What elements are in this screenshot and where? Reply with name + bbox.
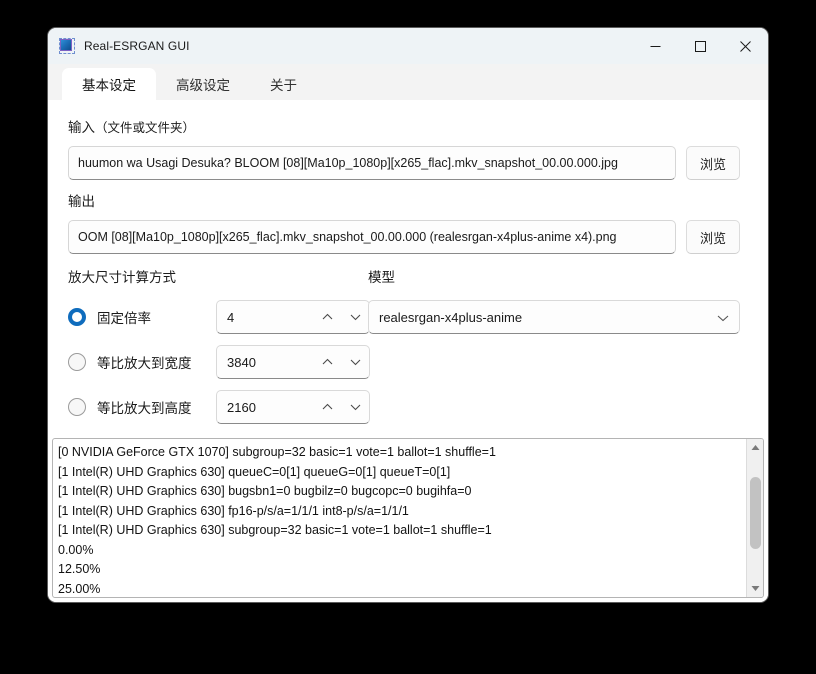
close-icon <box>740 41 751 52</box>
input-browse-button[interactable]: 浏览 <box>686 146 740 180</box>
chevron-up-icon[interactable] <box>313 391 341 423</box>
tab-advanced-settings[interactable]: 高级设定 <box>156 68 250 100</box>
fixed-scale-spinner[interactable]: 4 <box>216 300 370 334</box>
triangle-up-icon[interactable] <box>747 439 764 456</box>
scale-method-heading: 放大尺寸计算方式 <box>68 266 388 286</box>
output-browse-button[interactable]: 浏览 <box>686 220 740 254</box>
minimize-button[interactable] <box>633 28 678 64</box>
input-label-main: 输入 <box>68 120 95 135</box>
log-scroll-thumb[interactable] <box>750 477 761 549</box>
scale-option-height-row: 等比放大到高度 2160 <box>68 390 388 424</box>
close-button[interactable] <box>723 28 768 64</box>
window-title: Real-ESRGAN GUI <box>84 39 190 53</box>
output-section: 输出 OOM [08][Ma10p_1080p][x265_flac].mkv_… <box>68 190 740 254</box>
tab-label: 关于 <box>270 74 297 94</box>
log-line: [1 Intel(R) UHD Graphics 630] queueC=0[1… <box>58 463 742 483</box>
model-selected-value: realesrgan-x4plus-anime <box>379 310 717 325</box>
client-area: 输入（文件或文件夹） huumon wa Usagi Desuka? BLOOM… <box>48 100 768 602</box>
tab-about[interactable]: 关于 <box>250 68 317 100</box>
triangle-down-icon[interactable] <box>747 580 764 597</box>
log-line: 25.00% <box>58 580 742 598</box>
tab-label: 基本设定 <box>82 74 136 94</box>
width-value: 3840 <box>227 355 313 370</box>
log-line: 0.00% <box>58 541 742 561</box>
output-path-value: OOM [08][Ma10p_1080p][x265_flac].mkv_sna… <box>78 230 617 244</box>
tab-strip: 基本设定 高级设定 关于 <box>48 64 768 100</box>
input-section: 输入（文件或文件夹） huumon wa Usagi Desuka? BLOOM… <box>68 116 740 180</box>
browse-label: 浏览 <box>700 228 726 247</box>
log-line: [1 Intel(R) UHD Graphics 630] subgroup=3… <box>58 521 742 541</box>
chevron-down-icon[interactable] <box>341 301 369 333</box>
log-output[interactable]: [0 NVIDIA GeForce GTX 1070] subgroup=32 … <box>53 439 746 597</box>
scale-option-width-row: 等比放大到宽度 3840 <box>68 345 388 379</box>
title-bar: Real-ESRGAN GUI <box>48 28 768 64</box>
radio-scale-to-height[interactable] <box>68 398 86 416</box>
model-dropdown[interactable]: realesrgan-x4plus-anime <box>368 300 740 334</box>
radio-fixed-scale[interactable] <box>68 308 86 326</box>
fixed-scale-value: 4 <box>227 310 313 325</box>
input-label: 输入（文件或文件夹） <box>68 116 740 136</box>
radio-scale-to-width-label: 等比放大到宽度 <box>97 352 205 372</box>
height-spinner[interactable]: 2160 <box>216 390 370 424</box>
browse-label: 浏览 <box>700 154 726 173</box>
log-line: [0 NVIDIA GeForce GTX 1070] subgroup=32 … <box>58 443 742 463</box>
log-scrollbar[interactable] <box>746 439 763 597</box>
maximize-button[interactable] <box>678 28 723 64</box>
height-value: 2160 <box>227 400 313 415</box>
application-window: Real-ESRGAN GUI 基本设定 <box>48 28 768 602</box>
output-path-field[interactable]: OOM [08][Ma10p_1080p][x265_flac].mkv_sna… <box>68 220 676 254</box>
chevron-up-icon[interactable] <box>313 301 341 333</box>
chevron-up-icon[interactable] <box>313 346 341 378</box>
model-heading: 模型 <box>368 266 740 286</box>
model-section: 模型 realesrgan-x4plus-anime <box>368 266 740 334</box>
maximize-icon <box>695 41 706 52</box>
width-spinner[interactable]: 3840 <box>216 345 370 379</box>
tab-label: 高级设定 <box>176 74 230 94</box>
tab-basic-settings[interactable]: 基本设定 <box>62 68 156 100</box>
log-line: [1 Intel(R) UHD Graphics 630] fp16-p/s/a… <box>58 502 742 522</box>
radio-scale-to-width[interactable] <box>68 353 86 371</box>
output-label-main: 输出 <box>68 194 95 209</box>
window-controls <box>633 28 768 64</box>
app-image-icon <box>59 38 75 54</box>
output-label: 输出 <box>68 190 740 210</box>
chevron-down-icon[interactable] <box>341 346 369 378</box>
input-path-field[interactable]: huumon wa Usagi Desuka? BLOOM [08][Ma10p… <box>68 146 676 180</box>
scale-option-fixed-row: 固定倍率 4 <box>68 300 388 334</box>
chevron-down-icon[interactable] <box>341 391 369 423</box>
input-label-sub: （文件或文件夹） <box>95 121 195 135</box>
log-panel: [0 NVIDIA GeForce GTX 1070] subgroup=32 … <box>52 438 764 598</box>
radio-scale-to-height-label: 等比放大到高度 <box>97 397 205 417</box>
minimize-icon <box>650 41 661 52</box>
log-line: [1 Intel(R) UHD Graphics 630] bugsbn1=0 … <box>58 482 742 502</box>
scale-method-section: 放大尺寸计算方式 固定倍率 4 等比放大到宽度 38 <box>68 266 388 435</box>
input-path-value: huumon wa Usagi Desuka? BLOOM [08][Ma10p… <box>78 156 618 170</box>
radio-fixed-scale-label: 固定倍率 <box>97 307 205 327</box>
log-line: 12.50% <box>58 560 742 580</box>
chevron-down-icon <box>717 310 729 325</box>
